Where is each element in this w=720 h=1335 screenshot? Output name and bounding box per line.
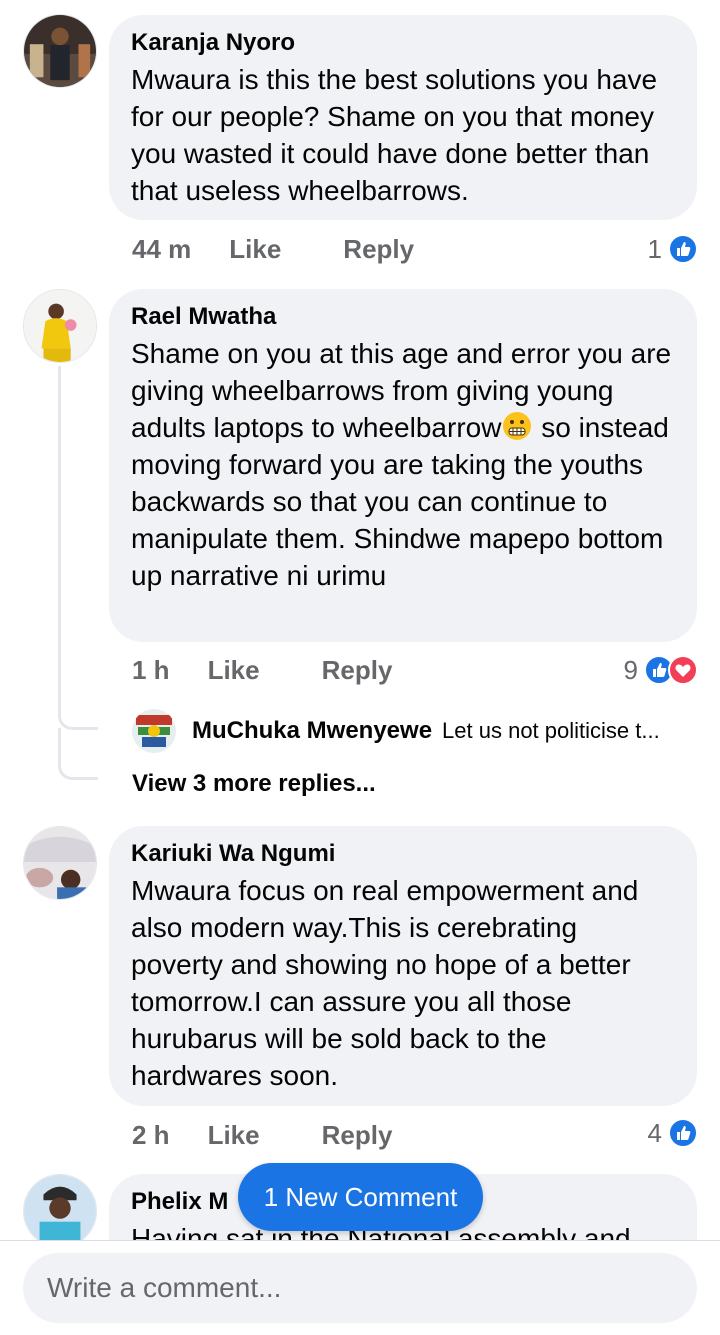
- reply-thread-branch: [58, 706, 98, 730]
- avatar[interactable]: [23, 1174, 97, 1240]
- comment-text: Shame on you at this age and error you a…: [131, 335, 675, 594]
- avatar-photo: [24, 15, 96, 87]
- comment-bubble: Karanja Nyoro Mwaura is this the best so…: [109, 15, 697, 220]
- comment-author[interactable]: Kariuki Wa Ngumi: [131, 840, 675, 868]
- reply-button[interactable]: Reply: [322, 1120, 393, 1151]
- avatar-photo: [24, 290, 96, 362]
- comment-composer-bar: [0, 1240, 720, 1335]
- love-reaction-icon: [668, 655, 698, 685]
- reply-thread-branch: [58, 756, 98, 780]
- avatar-photo: [24, 1175, 96, 1240]
- reply-thread-line: [58, 366, 61, 706]
- comment-input[interactable]: [23, 1253, 697, 1323]
- comment-author[interactable]: Karanja Nyoro: [131, 29, 675, 57]
- reaction-count: 4: [647, 1117, 662, 1148]
- reply-text: Let us not politicise t...: [442, 718, 660, 743]
- comments-feed[interactable]: Karanja Nyoro Mwaura is this the best so…: [0, 0, 720, 1240]
- like-reaction-icon: [668, 234, 698, 264]
- reply-author[interactable]: MuChuka Mwenyewe: [192, 717, 432, 745]
- avatar[interactable]: [23, 289, 97, 363]
- reply-button[interactable]: Reply: [322, 655, 393, 686]
- reply-thread-line: [58, 728, 61, 756]
- reactions-summary[interactable]: 1: [648, 232, 698, 266]
- like-button[interactable]: Like: [229, 234, 281, 265]
- comment-text: Mwaura focus on real empowerment and als…: [131, 875, 639, 1091]
- comment-actions: 2 h Like Reply: [132, 1118, 392, 1152]
- reply-button[interactable]: Reply: [343, 234, 414, 265]
- avatar[interactable]: [23, 826, 97, 900]
- new-comment-pill[interactable]: 1 New Comment: [238, 1163, 483, 1231]
- avatar-photo: [24, 827, 96, 899]
- reactions-summary[interactable]: 4: [648, 1116, 698, 1150]
- avatar[interactable]: [132, 709, 176, 753]
- avatar[interactable]: [23, 14, 97, 88]
- comment-bubble: Kariuki Wa Ngumi Mwaura focus on real em…: [109, 826, 697, 1106]
- comment-bubble: Rael Mwatha Shame on you at this age and…: [109, 289, 697, 642]
- like-button[interactable]: Like: [208, 655, 260, 686]
- view-more-replies-link[interactable]: View 3 more replies...: [132, 770, 376, 798]
- grimacing-emoji-icon: [503, 412, 532, 440]
- comment-actions: 44 m Like Reply: [132, 232, 414, 266]
- comment-timestamp[interactable]: 2 h: [132, 1120, 170, 1151]
- comment-timestamp[interactable]: 1 h: [132, 655, 170, 686]
- reply-preview[interactable]: MuChuka Mwenyewe Let us not politicise t…: [132, 708, 702, 754]
- reaction-count: 1: [647, 233, 662, 264]
- comment-text: Mwaura is this the best solutions you ha…: [131, 64, 658, 206]
- comment-timestamp[interactable]: 44 m: [132, 234, 191, 265]
- like-button[interactable]: Like: [208, 1120, 260, 1151]
- reactions-summary[interactable]: 9: [624, 653, 698, 687]
- like-reaction-icon: [668, 1118, 698, 1148]
- comment-actions: 1 h Like Reply: [132, 653, 392, 687]
- comment-author[interactable]: Rael Mwatha: [131, 303, 675, 331]
- reaction-count: 9: [623, 654, 638, 685]
- avatar-photo: [132, 709, 176, 753]
